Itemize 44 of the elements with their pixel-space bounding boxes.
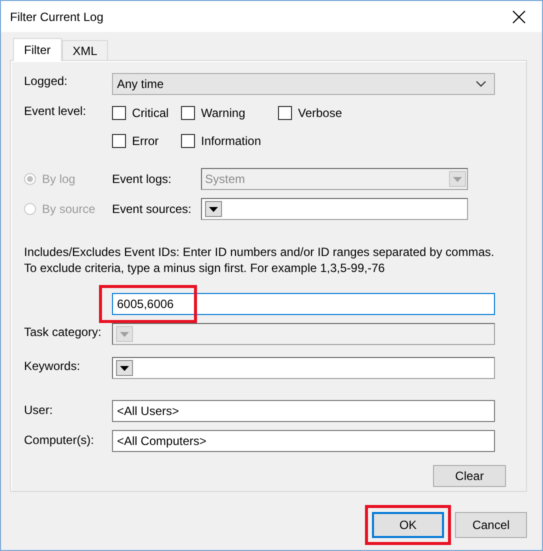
instructions-text: Includes/Excludes Event IDs: Enter ID numbers and/or ID ranges separated by commas. To exclude criteria, type a minus sign first. For example 1,3,5-99,-76 <box>24 244 496 276</box>
dialog-button[interactable]: OK <box>372 512 444 538</box>
checkbox[interactable]: Verbose <box>278 106 368 120</box>
checkbox[interactable]: Information <box>181 134 278 148</box>
caret-icon <box>453 176 462 182</box>
field-label: User: <box>24 402 54 417</box>
radio-label: By source <box>42 202 96 216</box>
checkbox[interactable]: Error <box>112 134 181 148</box>
input-field[interactable]: <All Computers> <box>112 430 495 452</box>
checkbox-box[interactable] <box>112 106 126 120</box>
tab[interactable]: XML <box>62 40 108 60</box>
caret-icon <box>120 366 129 370</box>
checkbox-box[interactable] <box>181 106 195 120</box>
dropdown[interactable] <box>112 357 495 379</box>
checkbox-box[interactable] <box>181 134 195 148</box>
checkbox-label: Information <box>201 134 262 148</box>
field-label: Logged: <box>24 73 68 88</box>
radio-label: By log <box>42 172 76 186</box>
dialog-button[interactable]: Cancel <box>455 512 527 538</box>
field-label: Keywords: <box>24 358 82 373</box>
input-field[interactable]: 6005,6006 <box>112 293 495 315</box>
checkbox[interactable]: Critical <box>112 106 181 120</box>
caret-icon <box>209 206 218 212</box>
field-label: Task category: <box>24 324 102 339</box>
tab[interactable]: Filter <box>13 38 62 61</box>
field-label: Event level: <box>24 104 88 118</box>
field-label: Computer(s): <box>24 432 96 447</box>
checkbox[interactable]: Warning <box>181 106 278 120</box>
checkbox-label: Critical <box>132 106 169 120</box>
caret-icon <box>120 332 129 336</box>
dropdown-arrow-button[interactable] <box>116 360 133 376</box>
field-label: Event logs: <box>112 172 172 186</box>
checkbox-label: Error <box>132 134 159 148</box>
close-icon <box>512 10 526 24</box>
dropdown[interactable]: Any time <box>112 73 495 95</box>
chevron-icon <box>476 81 486 87</box>
window-title: Filter Current Log <box>10 10 104 24</box>
input-field[interactable]: <All Users> <box>112 400 495 422</box>
checkbox-box[interactable] <box>278 106 292 120</box>
clear-button[interactable]: Clear <box>433 465 506 487</box>
checkbox-box[interactable] <box>112 134 126 148</box>
checkbox-label: Verbose <box>298 106 342 120</box>
field-label: Event sources: <box>112 202 192 216</box>
checkbox-label: Warning <box>201 106 246 120</box>
